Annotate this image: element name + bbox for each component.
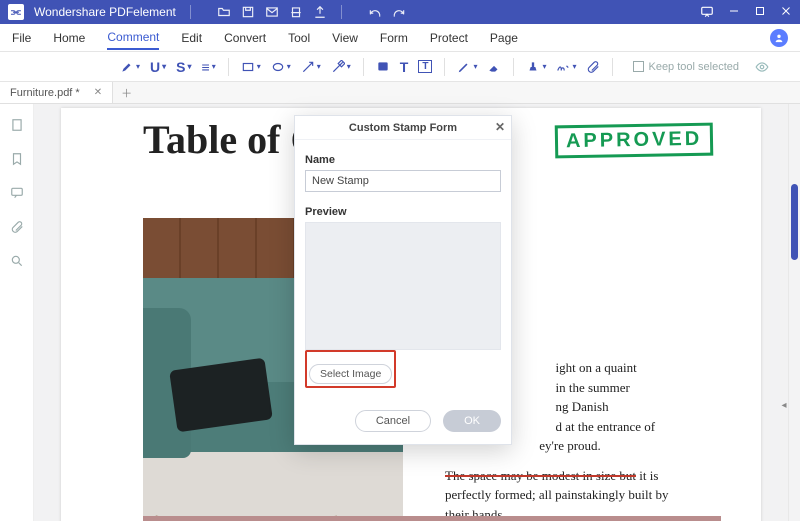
divider [190,5,191,19]
dialog-title: Custom Stamp Form [349,122,457,134]
comments-icon[interactable] [10,186,24,200]
keep-tool-selected[interactable]: Keep tool selected [633,61,739,73]
rectangle-tool[interactable] [241,60,261,74]
stamp-name-input[interactable] [305,170,501,192]
menu-home[interactable]: Home [53,27,85,49]
textbox-tool[interactable]: T [400,59,409,75]
user-avatar[interactable] [770,29,788,47]
menu-convert[interactable]: Convert [224,27,266,49]
select-image-button[interactable]: Select Image [309,364,392,384]
approved-stamp[interactable]: APPROVED [554,123,713,159]
divider [341,5,342,19]
undo-icon[interactable] [368,5,382,19]
oval-tool[interactable] [271,60,291,74]
minimize-icon[interactable] [728,5,740,19]
menu-page[interactable]: Page [490,27,518,49]
tabstrip: Furniture.pdf * ✕ ＋ [0,82,800,104]
pencil-tool[interactable] [457,60,477,74]
tab-label: Furniture.pdf * [10,87,80,99]
redo-icon[interactable] [392,5,406,19]
open-icon[interactable] [217,5,231,19]
highlight-tool[interactable] [120,60,140,74]
tab-close-icon[interactable]: ✕ [94,87,102,98]
measure-tool[interactable] [331,60,351,74]
titlebar: ⫘ Wondershare PDFelement [0,0,800,24]
attachment-tool[interactable] [586,60,600,74]
left-sidebar [0,104,34,521]
quick-access-group [217,5,327,19]
stamp-tool[interactable] [526,60,546,74]
dialog-header: Custom Stamp Form ✕ [295,116,511,140]
save-icon[interactable] [241,5,255,19]
menu-file[interactable]: File [12,27,31,49]
attachment-icon[interactable] [10,220,24,234]
visibility-icon[interactable] [753,60,771,74]
preview-label: Preview [305,206,501,218]
signature-tool[interactable] [556,60,576,74]
expand-right-icon[interactable]: ◂ [780,394,788,416]
history-group [368,5,406,19]
separator [363,58,364,76]
keep-tool-label: Keep tool selected [648,61,739,73]
menubar: File Home Comment Edit Convert Tool View… [0,24,800,52]
callout-tool[interactable]: T [418,60,432,73]
separator [228,58,229,76]
strikethrough-annotation[interactable]: The space may be modest in size but [445,468,636,483]
maximize-icon[interactable] [754,5,766,19]
speech-icon[interactable] [700,5,714,19]
menu-edit[interactable]: Edit [181,27,202,49]
arrow-tool[interactable] [301,60,321,74]
underline-tool[interactable]: U [150,59,166,75]
note-tool[interactable] [376,60,390,74]
eraser-tool[interactable] [487,60,501,74]
email-icon[interactable] [265,5,279,19]
scroll-thumb[interactable] [791,184,798,260]
add-tab-button[interactable]: ＋ [113,85,140,101]
menu-view[interactable]: View [332,27,358,49]
print-icon[interactable] [289,5,303,19]
ok-button[interactable]: OK [443,410,501,432]
checkbox-icon[interactable] [633,61,644,72]
app-title: Wondershare PDFelement [34,5,176,19]
menu-comment[interactable]: Comment [107,26,159,50]
vertical-scrollbar[interactable] [788,104,800,521]
strikethrough-tool[interactable]: S [176,59,191,75]
menu-form[interactable]: Form [380,27,408,49]
custom-stamp-dialog: Custom Stamp Form ✕ Name Preview Select … [294,115,512,445]
thumbnails-icon[interactable] [10,118,24,132]
app-logo: ⫘ [8,4,24,20]
cancel-button[interactable]: Cancel [355,410,431,432]
name-label: Name [305,154,501,166]
menu-tool[interactable]: Tool [288,27,310,49]
export-icon[interactable] [313,5,327,19]
page-footer-band [143,516,721,521]
tutorial-highlight: Select Image [305,350,396,388]
bookmark-icon[interactable] [10,152,24,166]
document-tab[interactable]: Furniture.pdf * ✕ [0,82,113,103]
close-icon[interactable] [780,5,792,19]
search-icon[interactable] [10,254,24,268]
menu-protect[interactable]: Protect [430,27,468,49]
lines-tool[interactable]: ≡ [202,59,216,75]
window-controls [700,5,792,19]
comment-toolbar: U S ≡ T T Keep tool selected [0,52,800,82]
separator [612,58,613,76]
separator [444,58,445,76]
preview-area [305,222,501,350]
separator [513,58,514,76]
dialog-close-icon[interactable]: ✕ [495,120,505,134]
